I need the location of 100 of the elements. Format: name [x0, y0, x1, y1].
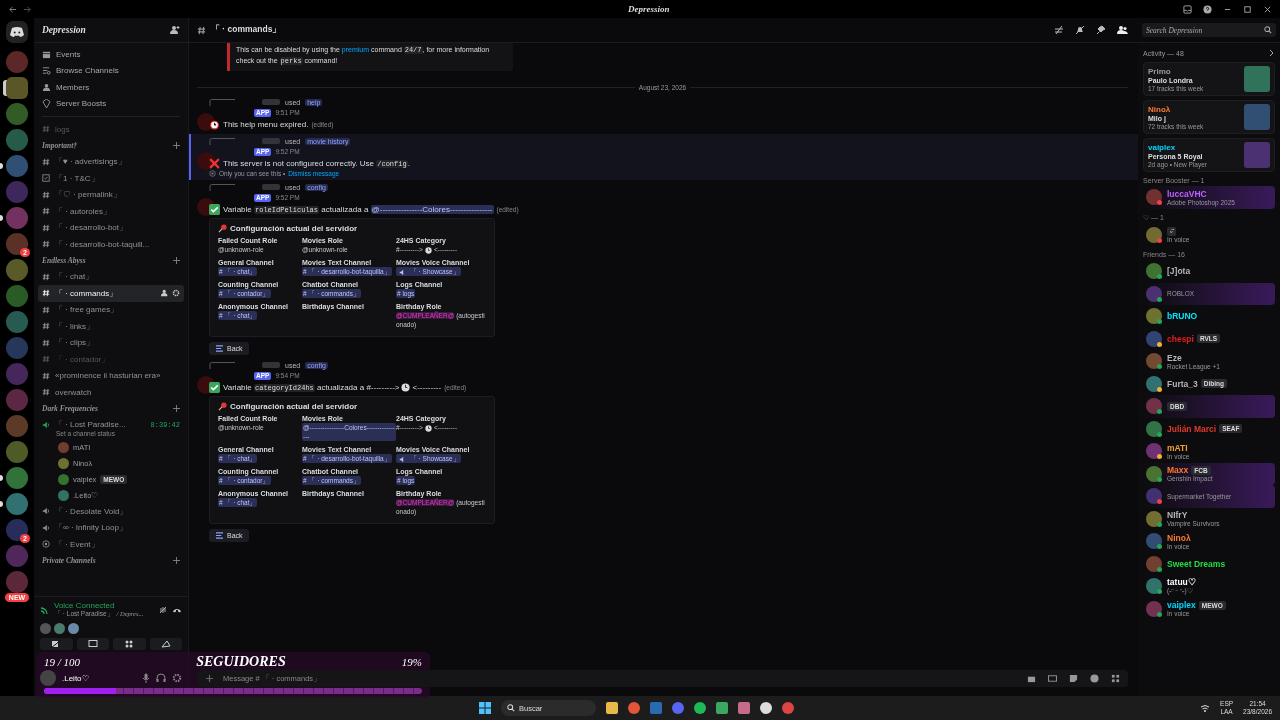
avatar[interactable] [1146, 510, 1162, 527]
avatar[interactable] [1146, 263, 1162, 280]
bell-muted-icon[interactable] [1075, 25, 1085, 35]
voice-status[interactable]: Voice Connected [54, 601, 154, 610]
emoji-icon[interactable] [1090, 674, 1099, 683]
settings-icon[interactable] [172, 289, 180, 298]
member-item[interactable]: bRUNO [1143, 305, 1275, 328]
screen-share-button[interactable] [76, 638, 109, 650]
avatar[interactable] [1146, 578, 1162, 595]
apps-icon[interactable] [1111, 674, 1120, 683]
channel-item[interactable]: 「 · free games」 [38, 301, 184, 318]
member-item[interactable]: Sweet Dreams [1143, 552, 1275, 575]
plus-icon[interactable] [205, 674, 214, 683]
home-button[interactable] [6, 21, 28, 43]
chevron-right-icon[interactable] [1269, 49, 1275, 57]
avatar[interactable] [1146, 443, 1162, 460]
server-icon[interactable] [6, 233, 28, 255]
wifi-icon[interactable] [1200, 704, 1211, 712]
headphones-icon[interactable] [156, 673, 166, 683]
search-icon [1264, 26, 1272, 34]
chat-app-icon[interactable] [672, 702, 684, 714]
user-name[interactable]: vaiplex [1148, 142, 1244, 152]
avatar[interactable] [1146, 555, 1162, 572]
avatar[interactable] [1146, 600, 1162, 617]
hash-icon [197, 25, 206, 35]
sticker-icon[interactable] [1069, 674, 1078, 683]
avatar[interactable] [1146, 285, 1162, 302]
channel-item[interactable]: 「 · commands」 [38, 285, 184, 302]
sidebar-item[interactable]: Browse Channels [38, 62, 184, 79]
sidebar-item[interactable]: Server Boosts [38, 95, 184, 112]
hash-icon [42, 322, 50, 331]
user-name[interactable]: .Leito♡ [62, 673, 136, 683]
channel-item[interactable]: 「 · desarrollo-bot」 [38, 219, 184, 236]
settings-icon[interactable] [172, 673, 182, 683]
avatar[interactable] [1146, 420, 1162, 437]
channel-item[interactable]: 「1 · T&C」 [38, 170, 184, 187]
add-channel-icon[interactable] [173, 405, 180, 412]
channel-item[interactable]: 「 · links」 [38, 318, 184, 335]
music-app-icon[interactable] [694, 702, 706, 714]
activities-button[interactable] [113, 638, 146, 650]
channel-item[interactable]: 「♥ · advertisings」 [38, 153, 184, 170]
camera-off-button[interactable] [40, 638, 73, 650]
app-icon[interactable] [760, 702, 772, 714]
clock-icon [424, 424, 432, 432]
channel-item[interactable]: 「 · chat」 [38, 268, 184, 285]
clock-icon [401, 383, 411, 393]
eye-icon [209, 170, 216, 177]
channel-item[interactable]: 「 · autoroles」 [38, 203, 184, 220]
embed-title: Configuración actual del servidor [230, 402, 358, 411]
avatar[interactable] [1146, 353, 1162, 370]
speaker-icon [399, 268, 406, 276]
sidebar-item[interactable]: Events [38, 46, 184, 63]
maximize-icon[interactable] [1243, 4, 1252, 14]
channel-item[interactable]: 「∞ · Infinity Loop」 [38, 519, 184, 536]
user-name[interactable]: Primo [1148, 66, 1244, 76]
avatar[interactable] [1146, 533, 1162, 550]
noise-suppression-icon[interactable] [158, 605, 168, 615]
channel-item[interactable]: overwatch [38, 384, 184, 401]
channel-item[interactable]: 「 · Desolate Void」 [38, 503, 184, 520]
server-icon[interactable] [6, 519, 28, 541]
browser-icon[interactable] [628, 702, 640, 714]
avatar[interactable] [197, 113, 215, 131]
windows-start-icon[interactable] [479, 702, 491, 714]
close-icon[interactable] [1263, 4, 1272, 14]
avatar[interactable] [1146, 330, 1162, 347]
channel-item[interactable]: «prominence ii hasturian era» [38, 367, 184, 384]
channel-item[interactable]: 「 · Event」 [38, 536, 184, 553]
folder-icon[interactable] [606, 702, 618, 714]
channel-item[interactable]: 「 · desarrollo-bot-taquill... [38, 236, 184, 253]
members-icon[interactable] [1117, 25, 1128, 35]
add-channel-icon[interactable] [173, 557, 180, 564]
avatar[interactable] [1146, 465, 1162, 482]
image-app-icon[interactable] [738, 702, 750, 714]
member-name: Julián Marci [1167, 423, 1217, 434]
gift-icon[interactable] [1027, 674, 1036, 683]
pin-icon[interactable] [1096, 25, 1106, 35]
member-item[interactable]: [J]ota [1143, 260, 1275, 283]
gif-icon[interactable] [1048, 674, 1057, 683]
invite-people-icon[interactable] [161, 289, 169, 298]
channel-item[interactable]: 「 · clips」 [38, 334, 184, 351]
user-badge-icon [262, 138, 280, 144]
help-icon[interactable] [1203, 4, 1212, 14]
add-channel-icon[interactable] [173, 142, 180, 149]
hash-icon [42, 355, 50, 364]
sidebar-item[interactable]: Members [38, 79, 184, 96]
avatar[interactable] [1146, 375, 1162, 392]
avatar[interactable] [1146, 308, 1162, 325]
mention-link[interactable]: @----------------Colores---------------- [370, 205, 494, 214]
invite-people-icon[interactable] [170, 25, 180, 35]
add-channel-icon[interactable] [173, 257, 180, 264]
hash-icon [42, 289, 50, 298]
soundboard-button[interactable] [149, 638, 182, 650]
threads-icon[interactable] [1054, 25, 1064, 35]
server-name[interactable]: Depression [42, 25, 86, 35]
pushpin-icon [218, 224, 227, 233]
avatar[interactable] [1146, 398, 1162, 415]
back-arrow-icon[interactable] [8, 4, 17, 14]
inbox-icon[interactable] [1183, 4, 1192, 14]
channel-item[interactable]: 「♡ · permalink」 [38, 186, 184, 203]
user-name[interactable]: Ninoλ [1148, 104, 1244, 114]
